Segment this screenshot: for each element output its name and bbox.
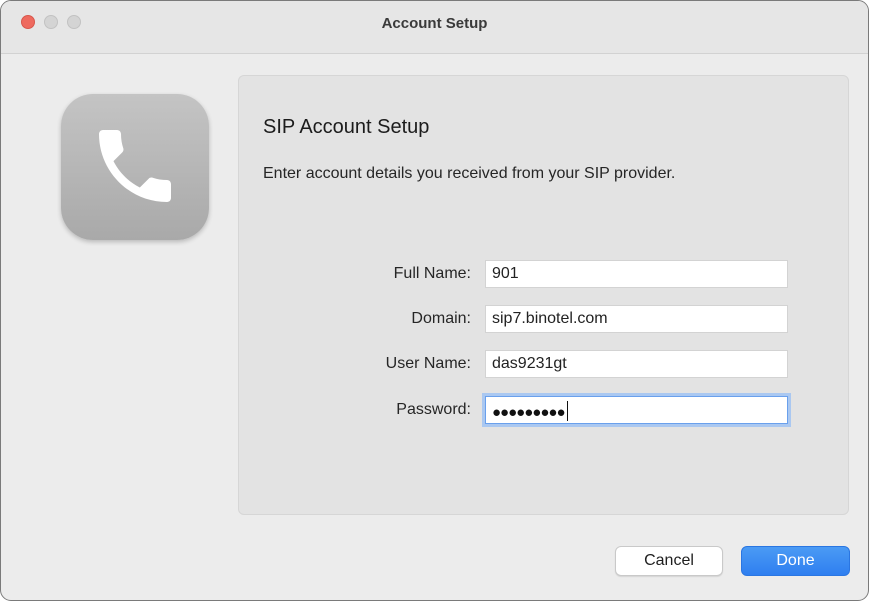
done-button[interactable]: Done xyxy=(741,546,850,576)
full-name-row: Full Name: 901 xyxy=(239,260,848,288)
password-label: Password: xyxy=(396,401,471,418)
user-name-label: User Name: xyxy=(385,355,471,372)
panel-subtitle: Enter account details you received from … xyxy=(263,165,676,182)
password-row: Password: ●●●●●●●●● xyxy=(239,396,848,424)
panel-heading: SIP Account Setup xyxy=(263,116,430,138)
user-name-row: User Name: das9231gt xyxy=(239,350,848,378)
sip-setup-panel: SIP Account Setup Enter account details … xyxy=(238,75,849,515)
user-name-field[interactable]: das9231gt xyxy=(485,350,788,378)
account-setup-window: Account Setup SIP Account Setup Enter ac… xyxy=(0,0,869,601)
title-bar: Account Setup xyxy=(1,1,868,54)
password-masked-value: ●●●●●●●●● xyxy=(492,404,566,421)
domain-field[interactable]: sip7.binotel.com xyxy=(485,305,788,333)
password-field[interactable]: ●●●●●●●●● xyxy=(485,396,788,424)
cancel-button[interactable]: Cancel xyxy=(615,546,723,576)
text-caret xyxy=(566,401,568,421)
domain-label: Domain: xyxy=(411,310,471,327)
phone-icon xyxy=(99,130,171,202)
full-name-label: Full Name: xyxy=(393,265,471,282)
phone-app-icon xyxy=(61,94,209,240)
window-title: Account Setup xyxy=(381,15,488,32)
full-name-field[interactable]: 901 xyxy=(485,260,788,288)
domain-row: Domain: sip7.binotel.com xyxy=(239,305,848,333)
